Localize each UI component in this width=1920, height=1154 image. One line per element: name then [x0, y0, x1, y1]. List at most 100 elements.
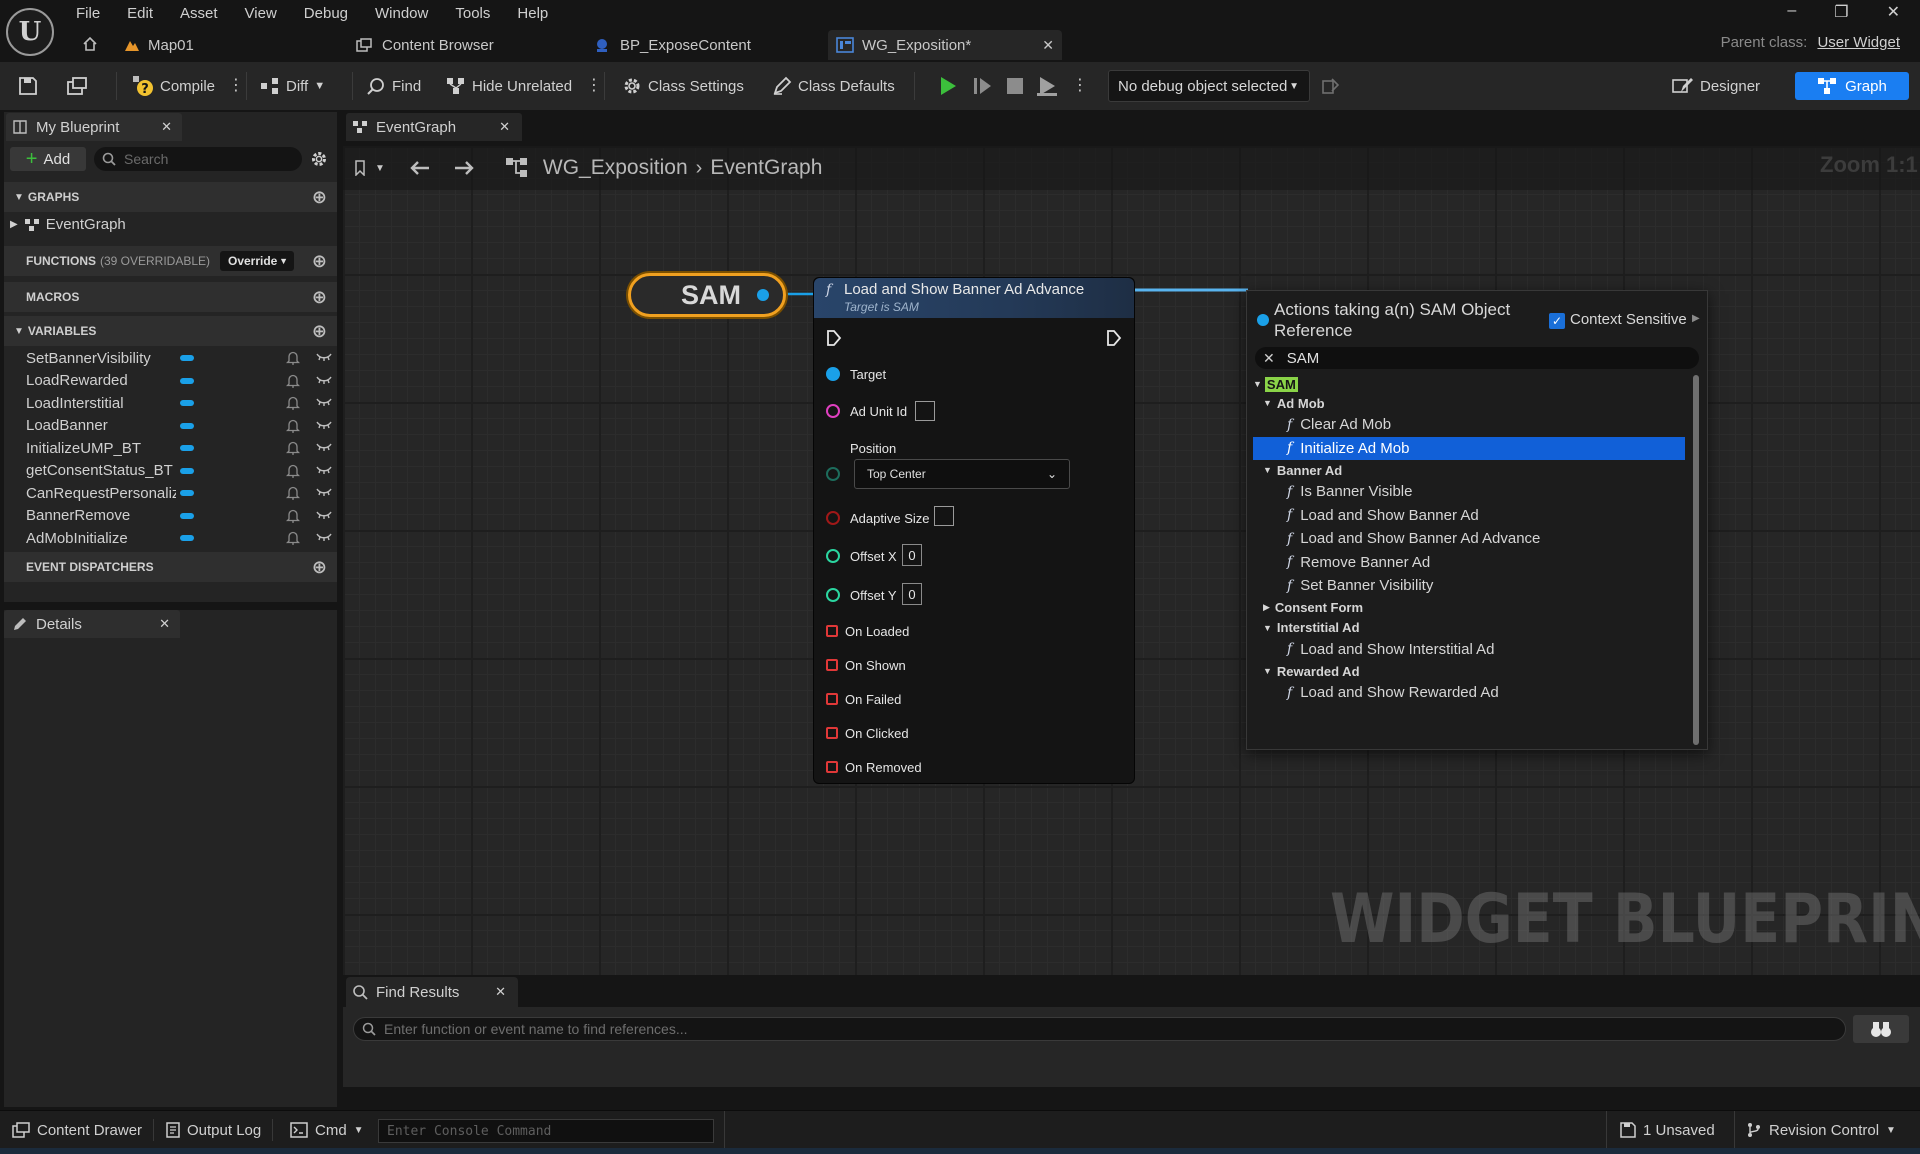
position-select[interactable]: Top Center ⌄ [854, 459, 1070, 489]
hide-unrelated-button[interactable]: Hide Unrelated [446, 62, 572, 110]
offset-x-input[interactable]: 0 [902, 544, 922, 566]
compile-options-icon[interactable]: ⋮ [228, 75, 244, 95]
hide-unrelated-options-icon[interactable]: ⋮ [586, 75, 602, 95]
tree-action-item[interactable]: f Remove Banner Ad [1253, 551, 1685, 575]
menu-help[interactable]: Help [517, 5, 548, 22]
close-icon[interactable]: ✕ [499, 119, 510, 135]
eye-icon[interactable] [316, 532, 332, 542]
tree-category[interactable]: ▶ Consent Form [1253, 598, 1685, 618]
step-icon[interactable] [972, 76, 992, 96]
bell-icon[interactable] [286, 395, 300, 411]
find-button[interactable]: Find [366, 62, 421, 110]
add-circle-icon[interactable]: ⊕ [312, 251, 327, 272]
bell-icon[interactable] [286, 463, 300, 479]
doc-tab-bp-exposecontent[interactable]: BP_ExposeContent [594, 30, 814, 60]
eject-icon[interactable] [1036, 76, 1058, 96]
tree-action-item[interactable]: f Load and Show Rewarded Ad [1253, 681, 1685, 705]
designer-button[interactable]: Designer [1672, 62, 1760, 110]
find-input[interactable]: Enter function or event name to find ref… [353, 1017, 1846, 1041]
bookmark-icon[interactable] [353, 160, 369, 176]
tree-action-item[interactable]: f Clear Ad Mob [1253, 413, 1685, 437]
parent-class-link[interactable]: User Widget [1817, 34, 1900, 51]
ad-unit-id-input[interactable] [915, 401, 935, 421]
tree-category[interactable]: ▼ Banner Ad [1253, 460, 1685, 480]
bell-icon[interactable] [286, 350, 300, 366]
details-tab[interactable]: Details ✕ [4, 610, 180, 638]
bell-icon[interactable] [286, 440, 300, 456]
settings-gear-icon[interactable] [310, 150, 328, 168]
variable-row[interactable]: LoadBanner [4, 415, 337, 437]
close-icon[interactable]: ✕ [495, 984, 506, 1000]
stop-icon[interactable] [1006, 77, 1024, 95]
eye-icon[interactable] [316, 420, 332, 430]
tree-category[interactable]: ▼ Ad Mob [1253, 393, 1685, 413]
find-results-tab[interactable]: Find Results ✕ [346, 977, 518, 1007]
int-pin-icon[interactable] [826, 588, 840, 602]
action-menu-scrollbar[interactable] [1693, 375, 1699, 745]
graph-button[interactable]: Graph [1795, 72, 1909, 100]
eye-icon[interactable] [316, 465, 332, 475]
delegate-pin-icon[interactable] [826, 693, 838, 705]
add-button[interactable]: + Add [10, 147, 86, 171]
class-defaults-button[interactable]: Class Defaults [772, 62, 895, 110]
adaptive-size-checkbox[interactable] [934, 506, 954, 526]
variables-section-header[interactable]: ▼ VARIABLES ⊕ [4, 316, 337, 346]
delegate-pin-icon[interactable] [826, 727, 838, 739]
revision-control-button[interactable]: Revision Control ▼ [1746, 1111, 1896, 1149]
add-circle-icon[interactable]: ⊕ [312, 557, 327, 578]
doc-tab-content-browser[interactable]: Content Browser [356, 30, 576, 60]
object-pin-icon[interactable] [757, 289, 769, 301]
eye-icon[interactable] [316, 375, 332, 385]
add-circle-icon[interactable]: ⊕ [312, 287, 327, 308]
menu-view[interactable]: View [245, 5, 277, 22]
bell-icon[interactable] [286, 373, 300, 389]
delegate-pin-icon[interactable] [826, 625, 838, 637]
doc-tab-map01[interactable]: Map01 [120, 30, 340, 60]
event-dispatchers-section-header[interactable]: EVENT DISPATCHERS ⊕ [4, 552, 337, 582]
home-icon[interactable] [82, 36, 98, 52]
console-input[interactable]: Enter Console Command [378, 1119, 714, 1143]
bell-icon[interactable] [286, 485, 300, 501]
close-icon[interactable]: ✕ [159, 616, 170, 632]
tree-action-item[interactable]: f Set Banner Visibility [1253, 574, 1685, 598]
menu-edit[interactable]: Edit [127, 5, 153, 22]
tree-action-item[interactable]: f Load and Show Interstitial Ad [1253, 638, 1685, 662]
action-menu[interactable]: Actions taking a(n) SAM Object Reference… [1246, 290, 1708, 750]
restore-icon[interactable]: ❐ [1834, 2, 1848, 22]
forward-arrow-icon[interactable] [453, 160, 475, 176]
add-circle-icon[interactable]: ⊕ [312, 321, 327, 342]
action-search-input[interactable]: ✕ SAM [1255, 347, 1699, 369]
eye-icon[interactable] [316, 487, 332, 497]
add-circle-icon[interactable]: ⊕ [312, 187, 327, 208]
class-settings-button[interactable]: Class Settings [622, 62, 744, 110]
back-arrow-icon[interactable] [409, 160, 431, 176]
clear-search-icon[interactable]: ✕ [1263, 350, 1275, 367]
string-pin-icon[interactable] [826, 404, 840, 418]
minimize-icon[interactable]: – [1787, 2, 1796, 22]
eye-icon[interactable] [316, 510, 332, 520]
bell-icon[interactable] [286, 418, 300, 434]
variable-row[interactable]: AdMobInitialize [4, 527, 337, 549]
breadcrumb-graph[interactable]: EventGraph [710, 156, 822, 180]
offset-y-input[interactable]: 0 [902, 583, 922, 605]
my-blueprint-tab[interactable]: My Blueprint ✕ [6, 113, 182, 141]
breadcrumb-asset[interactable]: WG_Exposition [543, 156, 688, 180]
exec-in-pin-icon[interactable] [826, 329, 842, 347]
variable-row[interactable]: LoadRewarded [4, 370, 337, 392]
context-sensitive-checkbox[interactable]: ✓ [1549, 313, 1565, 329]
override-dropdown[interactable]: Override ▼ [220, 251, 294, 271]
eventgraph-tab[interactable]: EventGraph ✕ [346, 113, 522, 141]
play-options-icon[interactable]: ⋮ [1072, 75, 1088, 95]
unreal-logo-icon[interactable]: U [6, 8, 54, 56]
tree-category[interactable]: ▼ Interstitial Ad [1253, 618, 1685, 638]
close-icon[interactable]: ✕ [1042, 37, 1054, 54]
bell-icon[interactable] [286, 508, 300, 524]
browse-icon[interactable] [66, 76, 88, 96]
functions-section-header[interactable]: FUNCTIONS (39 OVERRIDABLE) Override ▼ ⊕ [4, 246, 337, 276]
blueprint-search-input[interactable]: Search [94, 147, 302, 171]
variable-row[interactable]: getConsentStatus_BT [4, 460, 337, 482]
menu-tools[interactable]: Tools [455, 5, 490, 22]
chevron-right-icon[interactable]: ▶ [1692, 313, 1700, 324]
unsaved-button[interactable]: 1 Unsaved [1620, 1111, 1715, 1149]
eye-icon[interactable] [316, 397, 332, 407]
